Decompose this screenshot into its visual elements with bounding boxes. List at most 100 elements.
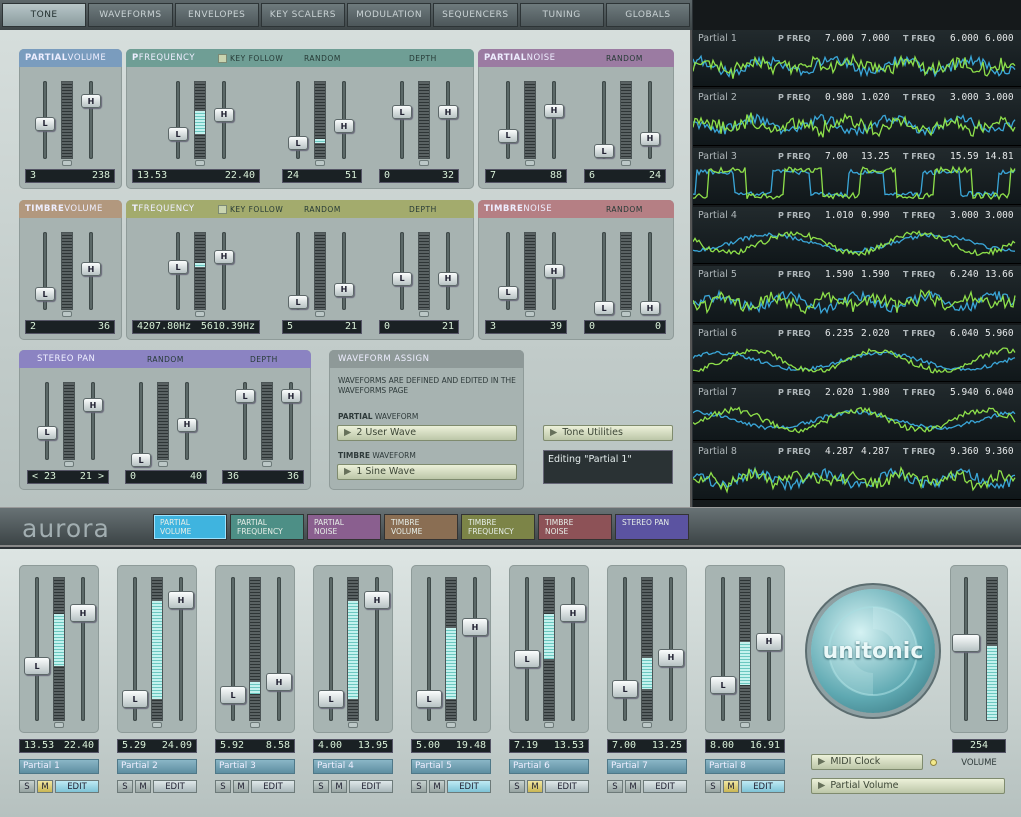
low-handle[interactable]: L <box>498 285 518 300</box>
edit-button[interactable]: EDIT <box>741 780 785 793</box>
low-handle[interactable]: L <box>594 301 614 316</box>
scope-row[interactable]: Partial 2 P FREQ 0.980 1.020 T FREQ 3.000 3.00… <box>693 89 1021 146</box>
edit-button[interactable]: EDIT <box>251 780 295 793</box>
timbre-waveform-select[interactable]: ▶ 1 Sine Wave <box>337 464 517 480</box>
high-handle[interactable]: H <box>70 604 96 622</box>
low-track[interactable] <box>176 81 180 159</box>
high-track[interactable] <box>571 577 575 721</box>
partial-name-field[interactable]: Partial 4 <box>313 759 393 774</box>
low-handle[interactable]: L <box>288 295 308 310</box>
tab-tone[interactable]: TONE <box>2 3 87 27</box>
view-mode-select[interactable]: ▶ Partial Volume <box>811 778 1005 794</box>
solo-button[interactable]: S <box>313 780 329 793</box>
t-frequency-depth-fader[interactable]: LH <box>386 226 466 318</box>
p-frequency-depth-fader[interactable]: LH <box>386 75 466 167</box>
partial-name-field[interactable]: Partial 8 <box>705 759 785 774</box>
low-handle[interactable]: L <box>288 136 308 151</box>
low-handle[interactable]: L <box>416 690 442 709</box>
high-track[interactable] <box>222 232 226 310</box>
scope-row[interactable]: Partial 8 P FREQ 4.287 4.287 T FREQ 9.360 9.36… <box>693 443 1021 500</box>
checkbox[interactable] <box>218 204 227 214</box>
p-frequency-fader[interactable]: LH <box>162 75 242 167</box>
tab-sequencers[interactable]: SEQUENCERS <box>433 3 518 27</box>
solo-button[interactable]: S <box>215 780 231 793</box>
high-handle[interactable]: H <box>81 262 101 277</box>
low-handle[interactable]: L <box>514 650 540 669</box>
high-track[interactable] <box>89 81 93 159</box>
high-handle[interactable]: H <box>462 618 488 637</box>
tone-utilities-button[interactable]: ▶ Tone Utilities <box>543 425 673 441</box>
partial-name-field[interactable]: Partial 6 <box>509 759 589 774</box>
key-follow-toggle[interactable]: KEY FOLLOW <box>218 53 283 63</box>
high-handle[interactable]: H <box>168 591 194 610</box>
high-handle[interactable]: H <box>544 264 564 278</box>
solo-button[interactable]: S <box>509 780 525 793</box>
high-track[interactable] <box>648 81 652 159</box>
low-handle[interactable]: L <box>498 128 518 143</box>
key-follow-toggle[interactable]: KEY FOLLOW <box>218 204 283 214</box>
partial-name-field[interactable]: Partial 7 <box>607 759 687 774</box>
high-track[interactable] <box>91 382 95 460</box>
low-handle[interactable]: L <box>392 105 412 120</box>
edit-button[interactable]: EDIT <box>349 780 393 793</box>
view-tab-partial-noise[interactable]: PARTIAL NOISE <box>307 514 381 540</box>
high-handle[interactable]: H <box>364 591 390 610</box>
timbre-noise-fader[interactable]: LH <box>492 226 572 318</box>
partial-name-field[interactable]: Partial 1 <box>19 759 99 774</box>
master-volume-fader[interactable] <box>950 571 1008 731</box>
partial-noise-random-fader[interactable]: LH <box>588 75 668 167</box>
low-handle[interactable]: L <box>122 690 148 709</box>
low-handle[interactable]: L <box>220 686 246 705</box>
mute-button[interactable]: M <box>331 780 347 793</box>
low-handle[interactable]: L <box>318 690 344 709</box>
tab-globals[interactable]: GLOBALS <box>605 3 690 27</box>
tab-key-scalers[interactable]: KEY SCALERS <box>260 3 345 27</box>
low-track[interactable] <box>400 81 404 159</box>
partial-range-fader[interactable]: LH <box>21 571 99 731</box>
high-handle[interactable]: H <box>756 632 782 651</box>
partial-name-field[interactable]: Partial 3 <box>215 759 295 774</box>
checkbox[interactable] <box>218 53 227 63</box>
master-handle[interactable] <box>952 634 980 652</box>
view-tab-partial-frequency[interactable]: PARTIAL FREQUENCY <box>230 514 304 540</box>
low-track[interactable] <box>525 577 529 721</box>
view-tab-partial-volume[interactable]: PARTIAL VOLUME <box>153 514 227 540</box>
scope-row[interactable]: Partial 3 P FREQ 7.00 13.25 T FREQ 15.59 14.81 <box>693 148 1021 205</box>
high-track[interactable] <box>81 577 85 721</box>
view-tab-timbre-frequency[interactable]: TIMBRE FREQUENCY <box>461 514 535 540</box>
high-handle[interactable]: H <box>334 119 354 134</box>
low-track[interactable] <box>35 577 39 721</box>
high-handle[interactable]: H <box>214 249 234 264</box>
t-frequency-random-fader[interactable]: LH <box>282 226 362 318</box>
edit-button[interactable]: EDIT <box>55 780 99 793</box>
timbre-volume-fader[interactable]: LH <box>29 226 109 318</box>
low-handle[interactable]: L <box>168 260 188 275</box>
edit-button[interactable]: EDIT <box>447 780 491 793</box>
tab-modulation[interactable]: MODULATION <box>347 3 432 27</box>
mute-button[interactable]: M <box>135 780 151 793</box>
partial-volume-fader[interactable]: LH <box>29 75 109 167</box>
mute-button[interactable]: M <box>723 780 739 793</box>
low-handle[interactable]: L <box>37 425 57 440</box>
partial-range-fader[interactable]: LH <box>511 571 589 731</box>
partial-range-fader[interactable]: LH <box>609 571 687 731</box>
mute-button[interactable]: M <box>527 780 543 793</box>
edit-button[interactable]: EDIT <box>545 780 589 793</box>
mute-button[interactable]: M <box>429 780 445 793</box>
edit-button[interactable]: EDIT <box>643 780 687 793</box>
partial-range-fader[interactable]: LH <box>707 571 785 731</box>
solo-button[interactable]: S <box>117 780 133 793</box>
low-track[interactable] <box>45 382 49 460</box>
high-track[interactable] <box>446 81 450 159</box>
stereo-pan-depth-fader[interactable]: LH <box>229 376 309 468</box>
view-tab-timbre-volume[interactable]: TIMBRE VOLUME <box>384 514 458 540</box>
scope-row[interactable]: Partial 6 P FREQ 6.235 2.020 T FREQ 6.040 5.96… <box>693 325 1021 382</box>
scope-row[interactable]: Partial 5 P FREQ 1.590 1.590 T FREQ 6.240 13.6… <box>693 266 1021 323</box>
low-handle[interactable]: L <box>24 657 50 676</box>
low-track[interactable] <box>721 577 725 721</box>
timbre-noise-random-fader[interactable]: LH <box>588 226 668 318</box>
view-tab-timbre-noise[interactable]: TIMBRE NOISE <box>538 514 612 540</box>
stereo-pan-fader[interactable]: LH <box>31 376 111 468</box>
mute-button[interactable]: M <box>37 780 53 793</box>
low-handle[interactable]: L <box>235 389 255 404</box>
